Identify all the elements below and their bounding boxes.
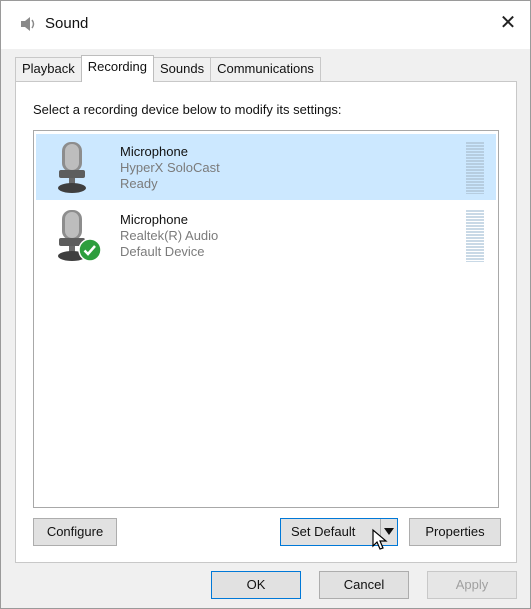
device-item-realtek[interactable]: Microphone Realtek(R) Audio Default Devi… <box>36 202 496 268</box>
device-driver: HyperX SoloCast <box>120 160 220 175</box>
tab-communications[interactable]: Communications <box>210 57 321 81</box>
device-item-hyperx[interactable]: Microphone HyperX SoloCast Ready <box>36 134 496 200</box>
device-name: Microphone <box>120 212 188 227</box>
configure-button[interactable]: Configure <box>33 518 117 546</box>
device-driver: Realtek(R) Audio <box>120 228 219 243</box>
device-status: Default Device <box>120 244 205 259</box>
tab-strip: Playback Recording Sounds Communications <box>15 55 321 82</box>
instruction-text: Select a recording device below to modif… <box>33 102 342 117</box>
ok-button[interactable]: OK <box>211 571 301 599</box>
device-status: Ready <box>120 176 158 191</box>
level-meter <box>466 210 484 262</box>
level-meter <box>466 142 484 194</box>
device-name: Microphone <box>120 144 188 159</box>
sound-dialog: Sound ✕ Playback Recording Sounds Commun… <box>0 0 531 609</box>
tab-playback[interactable]: Playback <box>15 57 82 81</box>
tab-recording[interactable]: Recording <box>80 55 155 82</box>
title-bar: Sound ✕ <box>1 1 530 49</box>
microphone-icon <box>58 142 86 193</box>
properties-button[interactable]: Properties <box>409 518 501 546</box>
recording-panel: Select a recording device below to modif… <box>15 81 517 563</box>
device-list[interactable]: Microphone HyperX SoloCast Ready Microph… <box>33 130 499 508</box>
apply-button[interactable]: Apply <box>427 571 517 599</box>
cancel-button[interactable]: Cancel <box>319 571 409 599</box>
speaker-icon <box>21 17 35 31</box>
set-default-label: Set Default <box>291 524 356 539</box>
tab-sounds[interactable]: Sounds <box>153 57 212 81</box>
dropdown-arrow-icon[interactable] <box>380 519 397 545</box>
green-check-icon <box>78 238 102 262</box>
window-title: Sound <box>45 15 89 32</box>
close-icon[interactable]: ✕ <box>496 11 520 37</box>
set-default-button[interactable]: Set Default <box>280 518 398 546</box>
